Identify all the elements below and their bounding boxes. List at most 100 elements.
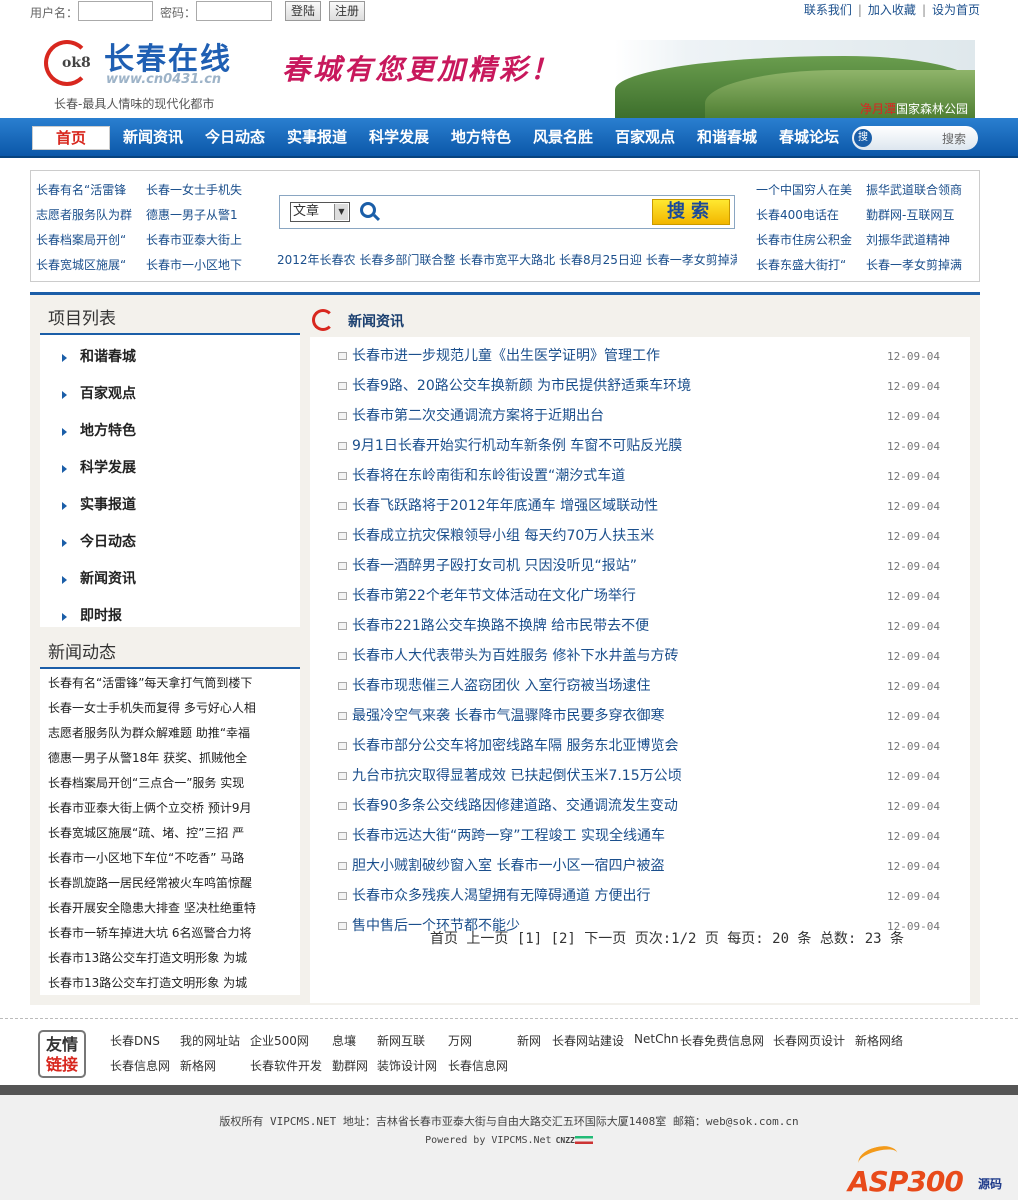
news-row[interactable]: 九台市抗灾取得显著成效 已扶起倒伏玉米7.15万公顷 12-09-04: [310, 761, 970, 791]
news-row[interactable]: 长春一酒醉男子殴打女司机 只因没听见“报站” 12-09-04: [310, 551, 970, 581]
username-input[interactable]: [78, 1, 153, 21]
project-item[interactable]: 地方特色: [40, 413, 300, 450]
news-row[interactable]: 长春市远达大街“两跨一穿”工程竣工 实现全线通车 12-09-04: [310, 821, 970, 851]
quick-link[interactable]: 长春市住房公积金: [756, 231, 856, 248]
list-item[interactable]: 长春宽城区施展“疏、堵、控”三招 严: [40, 821, 300, 846]
project-item[interactable]: 新闻资讯: [40, 561, 300, 598]
project-item[interactable]: 即时报: [40, 598, 300, 635]
news-title[interactable]: 长春市人大代表带头为百姓服务 修补下水井盖与方砖: [352, 641, 678, 671]
news-row[interactable]: 长春市现悲催三人盗窃团伙 入室行窃被当场逮住 12-09-04: [310, 671, 970, 701]
friend-link[interactable]: 长春DNS: [110, 1032, 160, 1049]
login-button[interactable]: 登陆: [285, 1, 321, 21]
news-title[interactable]: 长春市部分公交车将加密线路车隔 服务东北亚博览会: [352, 731, 678, 761]
project-item[interactable]: 百家观点: [40, 376, 300, 413]
list-item[interactable]: 长春市13路公交车打造文明形象 为城: [40, 946, 300, 971]
quick-link[interactable]: 一个中国穷人在美: [756, 181, 856, 198]
news-title[interactable]: 长春市远达大街“两跨一穿”工程竣工 实现全线通车: [352, 821, 665, 851]
list-item[interactable]: 长春有名“活雷锋”每天拿打气筒到楼下: [40, 671, 300, 696]
list-item[interactable]: 长春市一轿车掉进大坑 6名巡警合力将: [40, 921, 300, 946]
news-row[interactable]: 长春市进一步规范儿童《出生医学证明》管理工作 12-09-04: [310, 341, 970, 371]
quick-link[interactable]: 德惠一男子从警1: [146, 206, 246, 223]
nav-item-science[interactable]: 科学发展: [369, 118, 429, 156]
add-favorite-link[interactable]: 加入收藏: [868, 1, 916, 18]
list-item[interactable]: 长春一女士手机失而复得 多亏好心人相: [40, 696, 300, 721]
quick-link[interactable]: 刘振华武道精神: [866, 231, 966, 248]
news-row[interactable]: 最强冷空气来袭 长春市气温骤降市民要多穿衣御寒 12-09-04: [310, 701, 970, 731]
friend-link[interactable]: 长春信息网: [110, 1057, 170, 1074]
friend-link[interactable]: 新格网络: [855, 1032, 903, 1049]
friend-link[interactable]: 长春软件开发: [250, 1057, 322, 1074]
quick-link[interactable]: 长春东盛大街打“: [756, 256, 856, 273]
news-row[interactable]: 长春将在东岭南街和东岭街设置“潮汐式车道 12-09-04: [310, 461, 970, 491]
search-type-select[interactable]: 文章 ▼: [290, 202, 350, 222]
cnzz-icon[interactable]: CNZZ: [556, 1136, 575, 1145]
pagination[interactable]: 首页 上一页 [1] [2] 下一页 页次:1/2 页 每页: 20 条 总数:…: [430, 928, 904, 948]
news-row[interactable]: 长春市人大代表带头为百姓服务 修补下水井盖与方砖 12-09-04: [310, 641, 970, 671]
news-title[interactable]: 长春9路、20路公交车换新颜 为市民提供舒适乘车环境: [352, 371, 691, 401]
friend-link[interactable]: 新网互联: [377, 1032, 425, 1049]
friend-link[interactable]: 长春网页设计: [773, 1032, 845, 1049]
list-item[interactable]: 长春开展安全隐患大排查 坚决杜绝重特: [40, 896, 300, 921]
friend-link[interactable]: 勤群网: [332, 1057, 368, 1074]
quick-link[interactable]: 振华武道联合领商: [866, 181, 966, 198]
project-item[interactable]: 科学发展: [40, 450, 300, 487]
friend-link[interactable]: 我的网址站: [180, 1032, 240, 1049]
news-title[interactable]: 最强冷空气来袭 长春市气温骤降市民要多穿衣御寒: [352, 701, 664, 731]
news-row[interactable]: 长春市第二次交通调流方案将于近期出台 12-09-04: [310, 401, 970, 431]
list-item[interactable]: 长春市一小区地下车位“不吃香” 马路: [40, 846, 300, 871]
quick-link[interactable]: 长春有名“活雷锋: [36, 181, 136, 198]
quick-link[interactable]: 长春市亚泰大街上: [146, 231, 246, 248]
news-row[interactable]: 长春飞跃路将于2012年年底通车 增强区域联动性 12-09-04: [310, 491, 970, 521]
quick-link[interactable]: 长春宽城区施展“: [36, 256, 136, 273]
news-title[interactable]: 长春市221路公交车换路不换牌 给市民带去不便: [352, 611, 649, 641]
news-title[interactable]: 长春飞跃路将于2012年年底通车 增强区域联动性: [352, 491, 658, 521]
nav-search-box[interactable]: 搜 搜索: [852, 126, 978, 150]
friend-link[interactable]: 新网: [517, 1032, 541, 1049]
news-title[interactable]: 长春市第二次交通调流方案将于近期出台: [352, 401, 604, 431]
quick-link[interactable]: 勤群网-互联网互: [866, 206, 966, 223]
news-title[interactable]: 长春市进一步规范儿童《出生医学证明》管理工作: [352, 341, 660, 371]
quick-link[interactable]: 长春400电话在: [756, 206, 856, 223]
list-item[interactable]: 长春市13路公交车打造文明形象 为城: [40, 971, 300, 996]
nav-item-harmony[interactable]: 和谐春城: [697, 118, 757, 156]
news-row[interactable]: 长春9路、20路公交车换新颜 为市民提供舒适乘车环境 12-09-04: [310, 371, 970, 401]
hot-news-line[interactable]: 2012年长春农 长春多部门联合整 长春市宽平大路北 长春8月25日迎 长春一孝…: [277, 251, 737, 268]
news-title[interactable]: 长春市现悲催三人盗窃团伙 入室行窃被当场逮住: [352, 671, 650, 701]
nav-item-today[interactable]: 今日动态: [205, 118, 265, 156]
quick-link[interactable]: 长春档案局开创“: [36, 231, 136, 248]
project-item[interactable]: 实事报道: [40, 487, 300, 524]
quick-link[interactable]: 长春一女士手机失: [146, 181, 246, 198]
nav-item-scenery[interactable]: 风景名胜: [533, 118, 593, 156]
quick-link[interactable]: 志愿者服务队为群: [36, 206, 136, 223]
news-row[interactable]: 长春市第22个老年节文体活动在文化广场举行 12-09-04: [310, 581, 970, 611]
quick-link[interactable]: 长春市一小区地下: [146, 256, 246, 273]
friend-link[interactable]: 万网: [448, 1032, 472, 1049]
news-row[interactable]: 长春市221路公交车换路不换牌 给市民带去不便 12-09-04: [310, 611, 970, 641]
friend-link[interactable]: 装饰设计网: [377, 1057, 437, 1074]
friend-link[interactable]: 息壤: [332, 1032, 356, 1049]
news-title[interactable]: 长春成立抗灾保粮领导小组 每天约70万人扶玉米: [352, 521, 654, 551]
nav-item-opinions[interactable]: 百家观点: [615, 118, 675, 156]
friend-link[interactable]: 长春免费信息网: [680, 1032, 764, 1049]
news-title[interactable]: 长春市众多残疾人渴望拥有无障碍通道 方便出行: [352, 881, 650, 911]
contact-us-link[interactable]: 联系我们: [804, 1, 852, 18]
news-title[interactable]: 长春将在东岭南街和东岭街设置“潮汐式车道: [352, 461, 625, 491]
project-item[interactable]: 今日动态: [40, 524, 300, 561]
friend-link[interactable]: 企业500网: [250, 1032, 309, 1049]
news-row[interactable]: 长春市部分公交车将加密线路车隔 服务东北亚博览会 12-09-04: [310, 731, 970, 761]
news-row[interactable]: 长春成立抗灾保粮领导小组 每天约70万人扶玉米 12-09-04: [310, 521, 970, 551]
news-title[interactable]: 9月1日长春开始实行机动车新条例 车窗不可贴反光膜: [352, 431, 682, 461]
search-button[interactable]: 搜索: [652, 199, 730, 225]
nav-item-home[interactable]: 首页: [32, 126, 110, 150]
list-item[interactable]: 志愿者服务队为群众解难题 助推“幸福: [40, 721, 300, 746]
friend-link[interactable]: 长春信息网: [448, 1057, 508, 1074]
news-row[interactable]: 长春90多条公交线路因修建道路、交通调流发生变动 12-09-04: [310, 791, 970, 821]
news-title[interactable]: 胆大小贼割破纱窗入室 长春市一小区一宿四户被盗: [352, 851, 664, 881]
nav-item-news[interactable]: 新闻资讯: [123, 118, 183, 156]
friend-link[interactable]: NetChn: [634, 1032, 679, 1046]
password-input[interactable]: [196, 1, 272, 21]
list-item[interactable]: 长春凯旋路一居民经常被火车鸣笛惊醒: [40, 871, 300, 896]
list-item[interactable]: 德惠一男子从警18年 获奖、抓贼他全: [40, 746, 300, 771]
news-title[interactable]: 长春市第22个老年节文体活动在文化广场举行: [352, 581, 636, 611]
register-button[interactable]: 注册: [329, 1, 365, 21]
